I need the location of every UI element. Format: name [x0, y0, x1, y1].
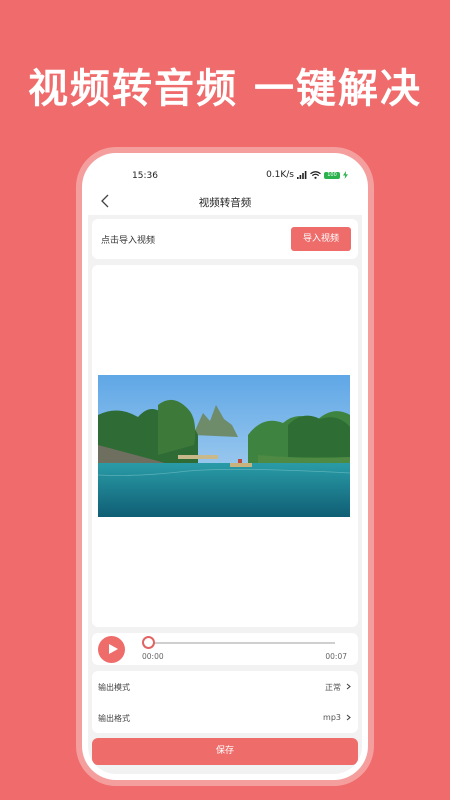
output-format-label: 输出格式: [98, 714, 130, 723]
output-format-value: mp3: [323, 713, 341, 722]
progress-knob[interactable]: [142, 636, 155, 649]
signal-icon: [297, 171, 307, 179]
network-speed: 0.1K/s: [266, 170, 294, 180]
play-button[interactable]: [98, 636, 125, 663]
landscape-image: [98, 375, 350, 517]
import-card: 点击导入视频 导入视频: [92, 219, 358, 259]
output-mode-value: 正常: [325, 683, 341, 692]
status-indicators: 0.1K/s 100: [266, 170, 348, 180]
output-mode-row[interactable]: 输出模式 正常: [92, 671, 358, 702]
video-preview[interactable]: [98, 375, 350, 517]
import-video-button[interactable]: 导入视频: [291, 227, 351, 251]
headline: 视频转音频 一键解决: [28, 66, 422, 112]
current-time: 00:00: [142, 652, 164, 661]
battery-icon: 100: [324, 171, 340, 179]
total-time: 00:07: [325, 652, 347, 661]
progress-track[interactable]: [149, 642, 335, 644]
save-button[interactable]: 保存: [92, 738, 358, 765]
chevron-right-icon: [346, 714, 351, 721]
video-preview-card: [92, 265, 358, 627]
import-label[interactable]: 点击导入视频: [101, 233, 155, 246]
nav-bar: 视频转音频: [88, 189, 362, 215]
charging-icon: [343, 171, 348, 179]
phone-mockup: 15:36 0.1K/s 100 视频转音频 点击导入视频 导入视频 00:00…: [82, 153, 368, 780]
audio-player: 00:00 00:07: [92, 633, 358, 665]
output-format-row[interactable]: 输出格式 mp3: [92, 702, 358, 733]
page-title: 视频转音频: [198, 197, 252, 209]
status-time: 15:36: [132, 171, 158, 181]
settings-card: 输出模式 正常 输出格式 mp3: [92, 671, 358, 733]
app-screen: 15:36 0.1K/s 100 视频转音频 点击导入视频 导入视频 00:00…: [88, 159, 362, 774]
status-bar: 15:36 0.1K/s 100: [88, 159, 362, 189]
chevron-right-icon: [346, 683, 351, 690]
output-mode-label: 输出模式: [98, 683, 130, 692]
wifi-icon: [310, 171, 321, 179]
